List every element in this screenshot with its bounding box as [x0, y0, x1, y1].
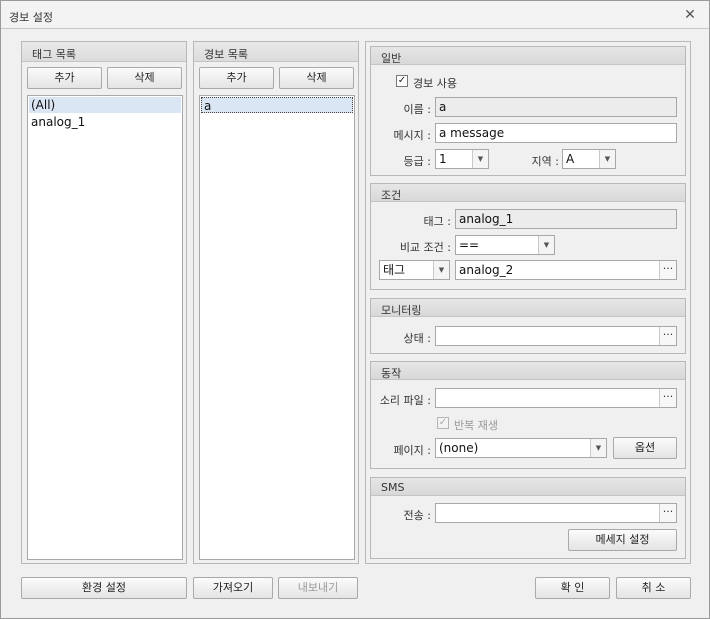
tag-list-title: 태그 목록 [32, 48, 76, 61]
compare-value: == [459, 238, 480, 252]
page-combo[interactable]: (none) ▼ [435, 438, 607, 458]
message-settings-button[interactable]: 메세지 설정 [568, 529, 677, 551]
tag-delete-button[interactable]: 삭제 [107, 67, 182, 89]
operand-value-field[interactable]: analog_2 ··· [455, 260, 677, 280]
title-bar: 경보 설정 ✕ [1, 1, 709, 29]
monitoring-title: 모니터링 [381, 304, 422, 317]
sms-header: SMS [371, 478, 685, 496]
state-field[interactable]: ··· [435, 326, 677, 346]
condition-title: 조건 [381, 189, 402, 202]
alarm-delete-button[interactable]: 삭제 [279, 67, 354, 89]
level-label: 등급 : [403, 155, 431, 168]
enable-alarm-label: 경보 사용 [413, 77, 457, 90]
browse-icon[interactable]: ··· [659, 504, 676, 522]
browse-icon[interactable]: ··· [659, 327, 676, 345]
action-title: 동작 [381, 367, 402, 380]
operand-type-combo[interactable]: 태그 ▼ [379, 260, 450, 280]
alarm-list-panel: 경보 목록 추가 삭제 a [193, 41, 359, 564]
alarm-list-title: 경보 목록 [204, 48, 248, 61]
check-icon: ✓ [397, 75, 407, 86]
enable-alarm-checkbox[interactable]: ✓ [396, 75, 408, 87]
condition-header: 조건 [371, 184, 685, 202]
message-field[interactable]: a message [435, 123, 677, 143]
export-button[interactable]: 내보내기 [278, 577, 358, 599]
alarm-add-button[interactable]: 추가 [199, 67, 274, 89]
operand-type-value: 태그 [383, 263, 406, 277]
name-label: 이름 : [403, 103, 431, 116]
check-icon: ✓ [438, 417, 448, 428]
alarm-settings-dialog: 경보 설정 ✕ 태그 목록 추가 삭제 (All) analog_1 경보 목록… [0, 0, 710, 619]
page-value: (none) [439, 441, 479, 455]
tag-listbox[interactable]: (All) analog_1 [27, 95, 183, 560]
alarm-listbox[interactable]: a [199, 95, 355, 560]
monitoring-header: 모니터링 [371, 299, 685, 317]
general-title: 일반 [381, 52, 402, 65]
message-label: 메시지 : [393, 129, 431, 142]
condition-tag-field[interactable]: analog_1 [455, 209, 677, 229]
browse-icon[interactable]: ··· [659, 261, 676, 279]
tag-list-item-all[interactable]: (All) [29, 97, 181, 113]
level-combo[interactable]: 1 ▼ [435, 149, 489, 169]
operand-value: analog_2 [459, 263, 514, 277]
action-group: 동작 소리 파일 : ··· ✓ 반복 재생 페이지 : (none) ▼ 옵션 [370, 361, 686, 469]
compare-label: 비교 조건 : [399, 241, 451, 254]
chevron-down-icon[interactable]: ▼ [472, 150, 488, 168]
state-label: 상태 : [403, 332, 431, 345]
monitoring-group: 모니터링 상태 : ··· [370, 298, 686, 354]
repeat-play-label: 반복 재생 [454, 419, 498, 432]
browse-icon[interactable]: ··· [659, 389, 676, 407]
chevron-down-icon[interactable]: ▼ [433, 261, 449, 279]
condition-tag-label: 태그 : [423, 215, 451, 228]
compare-combo[interactable]: == ▼ [455, 235, 555, 255]
environment-settings-button[interactable]: 환경 설정 [21, 577, 187, 599]
alarm-list-item-a[interactable]: a [201, 97, 353, 113]
name-field[interactable]: a [435, 97, 677, 117]
ok-button[interactable]: 확 인 [535, 577, 610, 599]
area-value: A [566, 152, 575, 166]
general-header: 일반 [371, 47, 685, 65]
page-label: 페이지 : [393, 444, 431, 457]
import-button[interactable]: 가져오기 [193, 577, 273, 599]
repeat-play-checkbox[interactable]: ✓ [437, 417, 449, 429]
chevron-down-icon[interactable]: ▼ [590, 439, 606, 457]
tag-list-header: 태그 목록 [22, 42, 186, 62]
action-header: 동작 [371, 362, 685, 380]
tag-add-button[interactable]: 추가 [27, 67, 102, 89]
level-value: 1 [439, 152, 447, 166]
sms-group: SMS 전송 : ··· 메세지 설정 [370, 477, 686, 559]
chevron-down-icon[interactable]: ▼ [599, 150, 615, 168]
area-combo[interactable]: A ▼ [562, 149, 616, 169]
sound-file-label: 소리 파일 : [379, 394, 431, 407]
sound-file-field[interactable]: ··· [435, 388, 677, 408]
close-icon[interactable]: ✕ [683, 8, 697, 22]
chevron-down-icon[interactable]: ▼ [538, 236, 554, 254]
window-title: 경보 설정 [9, 11, 53, 24]
tag-list-item-analog-1[interactable]: analog_1 [29, 114, 181, 130]
options-button[interactable]: 옵션 [613, 437, 677, 459]
condition-group: 조건 태그 : analog_1 비교 조건 : == ▼ 태그 ▼ analo… [370, 183, 686, 290]
alarm-list-header: 경보 목록 [194, 42, 358, 62]
cancel-button[interactable]: 취 소 [616, 577, 691, 599]
tag-list-panel: 태그 목록 추가 삭제 (All) analog_1 [21, 41, 187, 564]
area-label: 지역 : [531, 155, 559, 168]
send-field[interactable]: ··· [435, 503, 677, 523]
general-group: 일반 ✓ 경보 사용 이름 : a 메시지 : a message 등급 : 1… [370, 46, 686, 176]
sms-title: SMS [381, 481, 405, 494]
send-label: 전송 : [403, 509, 431, 522]
